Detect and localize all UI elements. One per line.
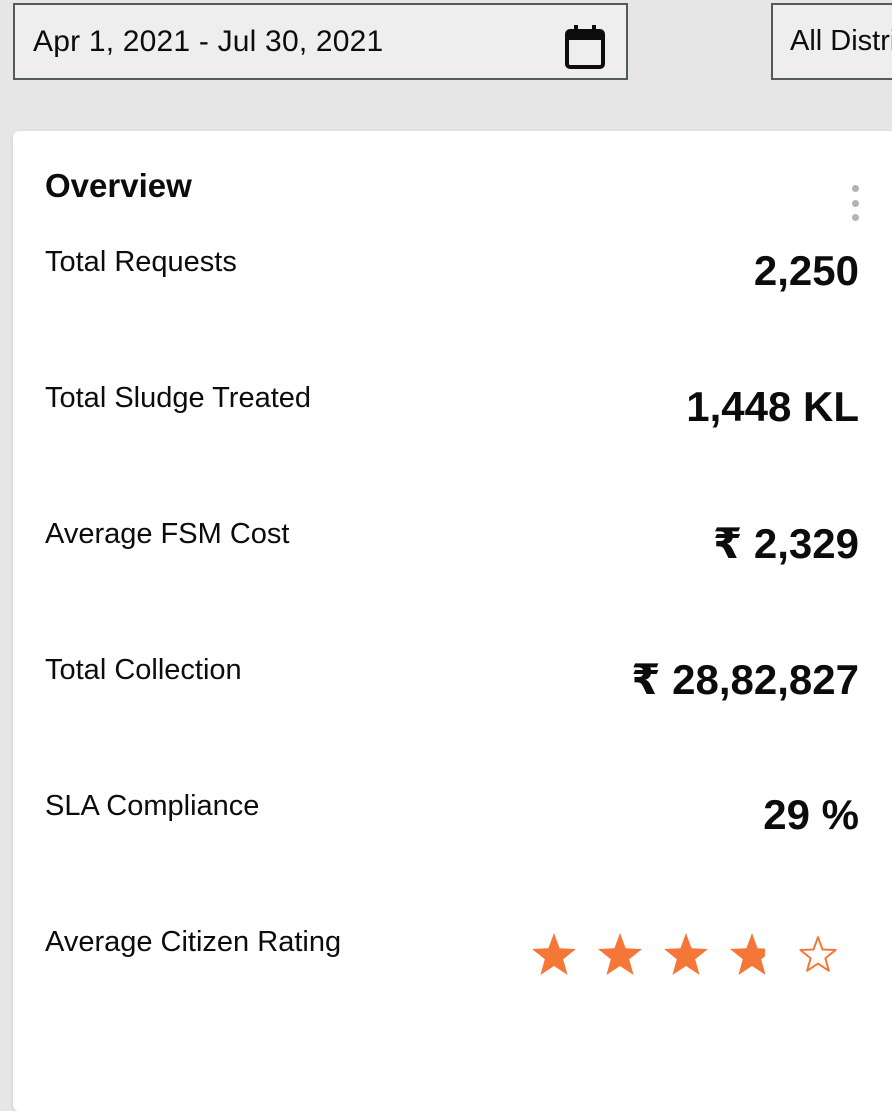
date-range-picker[interactable]: Apr 1, 2021 - Jul 30, 2021 [13, 3, 628, 80]
star-empty-icon [799, 936, 837, 972]
metric-value-total-collection: ₹ 28,82,827 [631, 656, 859, 703]
metric-label-total-collection: Total Collection [45, 654, 242, 686]
metric-label-total-sludge-treated: Total Sludge Treated [45, 382, 312, 414]
star-filled-icon [532, 933, 576, 975]
metric-value-total-sludge-treated: 1,448 KL [686, 383, 859, 430]
star-partial-icon [730, 933, 774, 975]
overview-card: Overview Total Requests 2,250 Total Slud… [13, 131, 892, 1111]
metric-label-sla-compliance: SLA Compliance [45, 790, 260, 822]
date-range-text: Apr 1, 2021 - Jul 30, 2021 [33, 24, 384, 58]
metric-label-average-citizen-rating: Average Citizen Rating [45, 926, 342, 958]
metric-label-total-requests: Total Requests [45, 246, 237, 278]
metric-label-average-fsm-cost: Average FSM Cost [45, 518, 290, 550]
metric-value-total-requests: 2,250 [753, 247, 859, 294]
metric-value-sla-compliance: 29 % [763, 791, 859, 838]
district-selected-value: All Districts [790, 25, 892, 57]
citizen-rating-stars [530, 931, 842, 977]
metric-value-average-fsm-cost: ₹ 2,329 [713, 520, 859, 567]
overview-title: Overview [45, 167, 192, 204]
star-filled-icon [664, 933, 708, 975]
district-dropdown[interactable]: All Districts [771, 3, 892, 80]
more-vertical-icon[interactable] [848, 185, 862, 221]
calendar-icon[interactable] [564, 24, 606, 70]
star-filled-icon [598, 933, 642, 975]
